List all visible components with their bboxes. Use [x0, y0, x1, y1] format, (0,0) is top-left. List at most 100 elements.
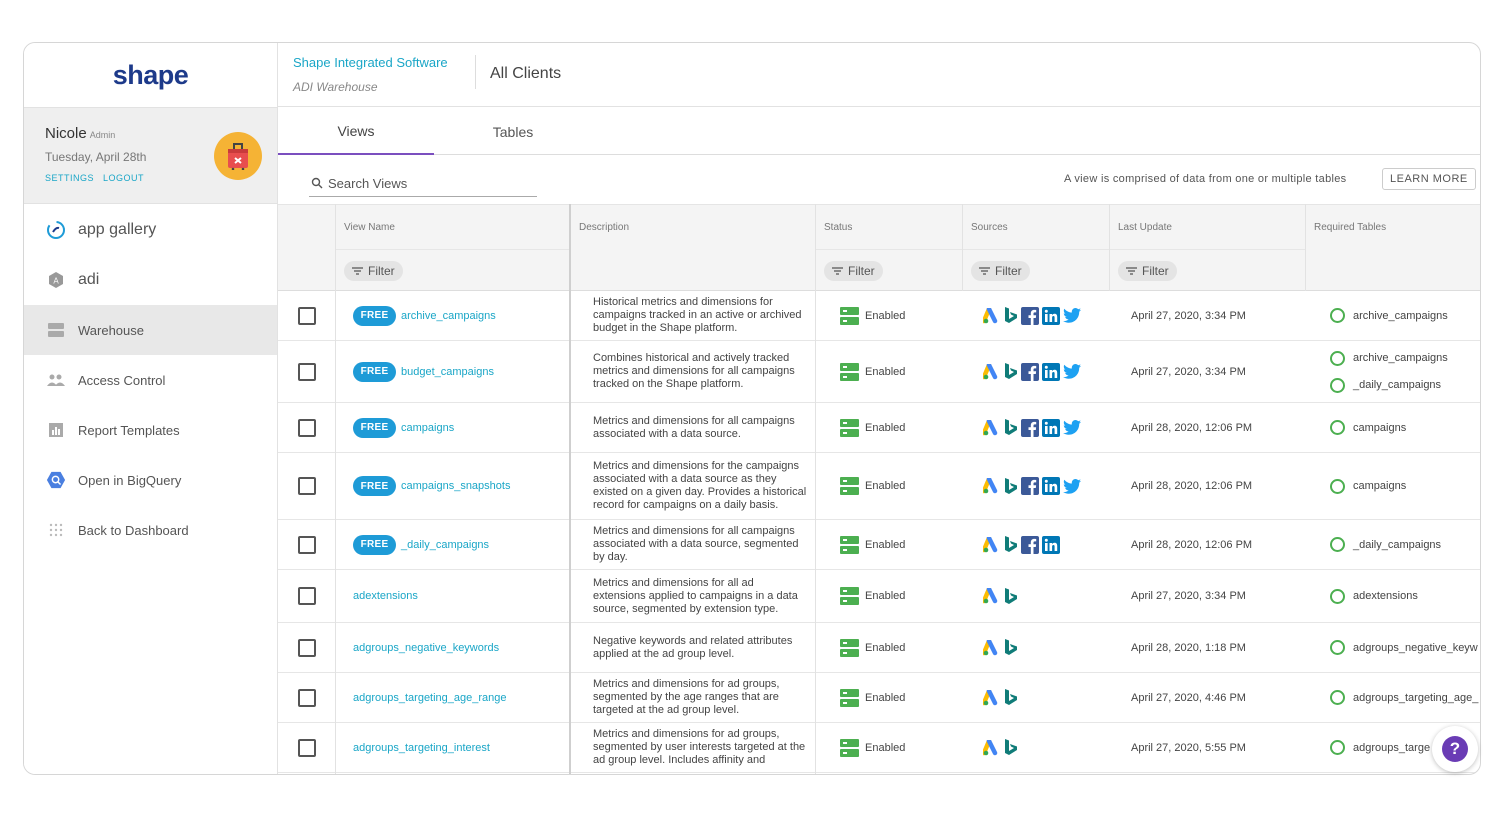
sidebar-item-back-to-dashboard[interactable]: Back to Dashboard	[24, 505, 277, 555]
required-table[interactable]: adextensions	[1330, 588, 1418, 604]
app-window: shape Nicole Admin Tuesday, April 28th SE…	[23, 42, 1481, 775]
search-box	[309, 170, 537, 197]
free-badge: FREE	[353, 305, 396, 326]
shape-logo[interactable]: shape	[24, 43, 277, 107]
status-filter[interactable]: Filter	[824, 260, 883, 281]
column-header[interactable]: Last Update	[1110, 205, 1172, 249]
sidebar: shape Nicole Admin Tuesday, April 28th SE…	[24, 43, 278, 774]
row-checkbox[interactable]	[298, 477, 316, 495]
free-badge: FREE	[353, 534, 396, 555]
facebook-icon	[1021, 418, 1039, 437]
table-row[interactable]: FREE budget_campaigns Combines historica…	[278, 341, 1480, 403]
client-selector[interactable]: All Clients	[490, 65, 561, 83]
sources-filter[interactable]: Filter	[971, 260, 1030, 281]
table-row[interactable]: adextensions Metrics and dimensions for …	[278, 570, 1480, 623]
facebook-icon	[1021, 362, 1039, 381]
svg-text:A: A	[53, 277, 59, 286]
view-description: Metrics and dimensions for ad groups, se…	[593, 678, 780, 716]
row-checkbox[interactable]	[298, 587, 316, 605]
table-row[interactable]: adgroups_targeting_age_range Metrics and…	[278, 673, 1480, 723]
column-divider	[335, 204, 336, 774]
row-checkbox[interactable]	[298, 535, 316, 554]
status-circle-icon	[1330, 308, 1345, 323]
user-name: Nicole	[45, 125, 87, 142]
view-name-link[interactable]: budget_campaigns	[401, 366, 494, 378]
tab-views[interactable]: Views	[278, 108, 434, 155]
learn-more-button[interactable]: LEARN MORE	[1382, 168, 1476, 190]
company-link[interactable]: Shape Integrated Software	[293, 55, 448, 70]
view-name-link[interactable]: archive_campaigns	[401, 310, 496, 322]
last-update: April 27, 2020, 4:46 PM	[1131, 691, 1246, 704]
last-update: April 27, 2020, 5:55 PM	[1131, 741, 1246, 754]
sidebar-item-label: Report Templates	[78, 422, 180, 438]
view-name-link[interactable]: adgroups_targeting_age_range	[353, 692, 507, 704]
view-name-link[interactable]: campaigns_snapshots	[401, 480, 510, 492]
sources-icons	[983, 306, 1081, 325]
table-row[interactable]: FREE campaigns Metrics and dimensions fo…	[278, 403, 1480, 453]
required-table-name: adgroups_targeting_age_	[1353, 691, 1479, 704]
required-table[interactable]: _daily_campaigns	[1330, 537, 1441, 552]
sidebar-item-report-templates[interactable]: Report Templates	[24, 405, 277, 455]
server-status-icon	[840, 362, 859, 381]
twitter-icon	[1063, 364, 1081, 379]
required-table[interactable]: adgroups_targe	[1330, 740, 1430, 755]
row-checkbox[interactable]	[298, 362, 316, 381]
sidebar-item-adi[interactable]: A adi	[24, 255, 277, 305]
row-checkbox[interactable]	[298, 688, 316, 707]
sidebar-item-access-control[interactable]: Access Control	[24, 355, 277, 405]
table-row[interactable]: adgroups_negative_keywords Negative keyw…	[278, 623, 1480, 673]
linkedin-icon	[1042, 418, 1060, 437]
table-row[interactable]: FREE campaigns_snapshots Metrics and dim…	[278, 453, 1480, 520]
sources-icons	[983, 739, 1018, 756]
views-table: View Name Description Status Sources Las…	[278, 204, 1480, 774]
view-description: Historical metrics and dimensions for ca…	[593, 296, 802, 334]
view-name-link[interactable]: adgroups_targeting_interest	[353, 742, 490, 754]
table-row[interactable]: adgroups_targeting_interest Metrics and …	[278, 723, 1480, 773]
required-table[interactable]: adgroups_targeting_age_	[1330, 690, 1478, 705]
required-table[interactable]: campaigns	[1330, 478, 1406, 494]
search-input[interactable]	[328, 175, 518, 191]
table-row[interactable]: FREE archive_campaigns Historical metric…	[278, 291, 1480, 341]
linkedin-icon	[1042, 477, 1060, 495]
column-header[interactable]: Status	[816, 205, 852, 249]
view-name-link[interactable]: campaigns	[401, 422, 454, 434]
settings-link[interactable]: SETTINGS	[45, 173, 94, 183]
sidebar-item-warehouse[interactable]: Warehouse	[24, 305, 277, 355]
required-table[interactable]: adgroups_negative_keyw	[1330, 640, 1478, 655]
required-table-name: archive_campaigns	[1353, 352, 1448, 364]
server-status-icon	[840, 535, 859, 554]
row-checkbox[interactable]	[298, 738, 316, 757]
view-name-filter[interactable]: Filter	[344, 260, 403, 281]
required-table[interactable]: archive_campaigns	[1330, 308, 1448, 323]
avatar[interactable]	[214, 132, 262, 180]
column-header[interactable]: Description	[571, 205, 629, 249]
column-header[interactable]: Sources	[963, 205, 1008, 249]
sidebar-item-bigquery[interactable]: Open in BigQuery	[24, 455, 277, 505]
facebook-icon	[1021, 477, 1039, 495]
view-name-link[interactable]: adextensions	[353, 590, 418, 602]
required-table[interactable]: _daily_campaigns	[1330, 377, 1448, 393]
row-checkbox[interactable]	[298, 306, 316, 325]
row-checkbox[interactable]	[298, 638, 316, 657]
row-checkbox[interactable]	[298, 418, 316, 437]
free-badge: FREE	[353, 417, 396, 438]
twitter-icon	[1063, 420, 1081, 435]
view-name-link[interactable]: adgroups_negative_keywords	[353, 642, 499, 654]
table-row[interactable]: FREE _daily_campaigns Metrics and dimens…	[278, 520, 1480, 570]
column-header[interactable]: Required Tables	[1306, 205, 1386, 249]
help-button[interactable]: ?	[1432, 726, 1478, 772]
required-table[interactable]: campaigns	[1330, 420, 1406, 435]
logout-link[interactable]: LOGOUT	[103, 173, 144, 183]
sidebar-item-app-gallery[interactable]: app gallery	[24, 205, 277, 255]
view-name-link[interactable]: _daily_campaigns	[401, 539, 489, 551]
logo-text: shape	[112, 59, 189, 90]
status-circle-icon	[1330, 377, 1345, 393]
tab-tables[interactable]: Tables	[435, 108, 591, 155]
required-table-name: archive_campaigns	[1353, 309, 1448, 322]
required-table-name: adgroups_negative_keyw	[1353, 641, 1478, 654]
last-update-filter[interactable]: Filter	[1118, 260, 1177, 281]
column-header[interactable]: View Name	[336, 205, 395, 249]
required-table[interactable]: archive_campaigns	[1330, 350, 1448, 366]
bing-icon	[1005, 536, 1017, 552]
status-text: Enabled	[865, 741, 906, 754]
